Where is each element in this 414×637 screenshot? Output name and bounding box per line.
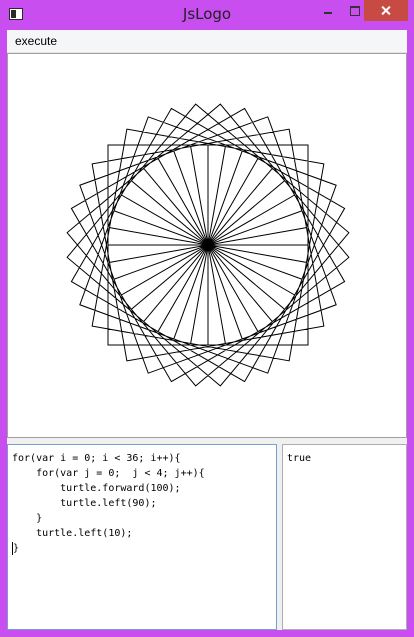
app-window: JsLogo execute for(var i = 0; i < 36; i+… — [0, 0, 414, 637]
menu-bar: execute — [7, 30, 407, 53]
code-line: for(var i = 0; i < 36; i++){ — [12, 453, 181, 464]
code-line: } — [13, 543, 20, 554]
code-line: } — [12, 513, 43, 524]
turtle-path — [66, 103, 350, 387]
output-text: true — [287, 453, 312, 464]
turtle-drawing — [66, 103, 350, 387]
code-line: turtle.left(90); — [12, 498, 157, 509]
code-line: turtle.left(10); — [12, 528, 133, 539]
code-line-last: } — [12, 541, 272, 556]
turtle-canvas[interactable] — [7, 53, 407, 438]
minimize-button[interactable] — [314, 0, 341, 21]
menu-item-execute[interactable]: execute — [15, 34, 57, 48]
close-button[interactable] — [364, 0, 408, 21]
client-area: execute for(var i = 0; i < 36; i++){ for… — [7, 30, 407, 630]
output-pane[interactable]: true — [282, 444, 407, 630]
code-line: for(var j = 0; j < 4; j++){ — [12, 468, 205, 479]
title-bar[interactable]: JsLogo — [0, 0, 414, 30]
code-line: turtle.forward(100); — [12, 483, 181, 494]
code-editor[interactable]: for(var i = 0; i < 36; i++){ for(var j =… — [7, 444, 277, 630]
